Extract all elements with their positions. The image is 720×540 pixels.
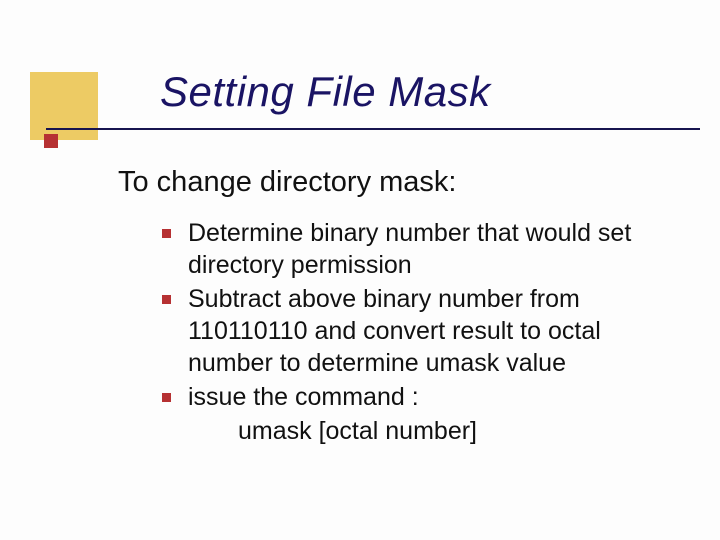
- bullet-text: Subtract above binary number from 110110…: [188, 285, 601, 377]
- bullet-icon: [162, 393, 171, 402]
- command-text: umask [octal number]: [118, 415, 680, 447]
- title-bullet-icon: [44, 134, 58, 148]
- list-item: Determine binary number that would set d…: [162, 217, 680, 281]
- content-area: To change directory mask: Determine bina…: [0, 148, 720, 447]
- title-area: Setting File Mask: [0, 0, 720, 148]
- bullet-icon: [162, 295, 171, 304]
- list-item: Subtract above binary number from 110110…: [162, 283, 680, 379]
- bullet-text: issue the command :: [188, 383, 419, 411]
- bullet-text: Determine binary number that would set d…: [188, 219, 631, 279]
- title-underline: [46, 128, 700, 130]
- content-heading: To change directory mask:: [118, 166, 680, 199]
- slide-title: Setting File Mask: [30, 58, 720, 116]
- bullet-icon: [162, 229, 171, 238]
- bullet-list: Determine binary number that would set d…: [118, 217, 680, 413]
- list-item: issue the command :: [162, 381, 680, 413]
